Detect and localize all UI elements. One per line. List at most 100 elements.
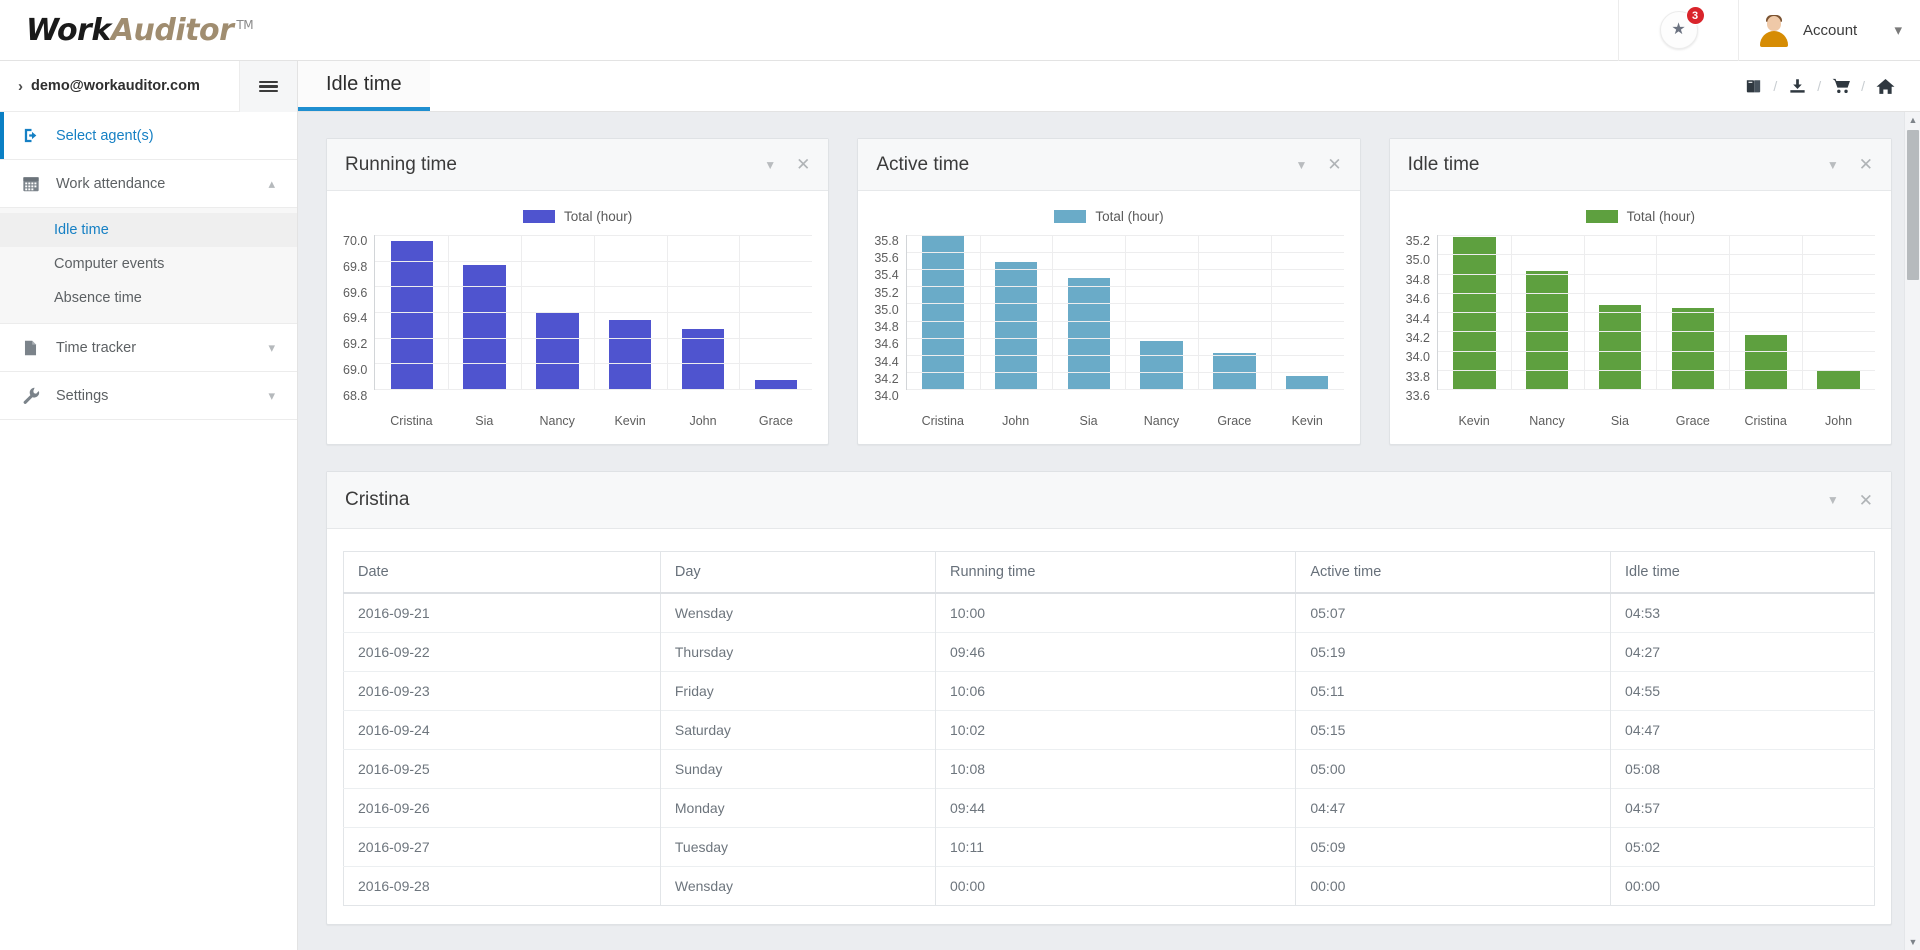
scrollbar-thumb[interactable]: [1907, 130, 1919, 280]
bar[interactable]: [1526, 271, 1568, 389]
table-column-header[interactable]: Day: [660, 552, 935, 594]
table-row[interactable]: 2016-09-22Thursday09:4605:1904:27: [344, 633, 1875, 672]
close-icon[interactable]: ✕: [796, 156, 810, 173]
x-tick-label: Grace: [1198, 414, 1271, 434]
table-header-row: DateDayRunning timeActive timeIdle time: [344, 552, 1875, 594]
bar-slot[interactable]: [980, 235, 1053, 389]
x-axis-labels: CristinaJohnSiaNancyGraceKevin: [906, 414, 1343, 434]
sidebar-item-computer-events[interactable]: Computer events: [0, 247, 297, 281]
scroll-down-arrow[interactable]: ▼: [1905, 934, 1920, 950]
card-body: DateDayRunning timeActive timeIdle time …: [327, 529, 1891, 924]
table-cell: Saturday: [660, 711, 935, 750]
table-row[interactable]: 2016-09-21Wensday10:0005:0704:53: [344, 593, 1875, 633]
page-title: Idle time: [326, 73, 402, 96]
caret-down-icon[interactable]: ▼: [1296, 158, 1308, 172]
chevron-down-icon[interactable]: ▾: [268, 340, 275, 356]
table-row[interactable]: 2016-09-27Tuesday10:1105:0905:02: [344, 828, 1875, 867]
table-column-header[interactable]: Active time: [1296, 552, 1611, 594]
star-button[interactable]: ★ 3: [1660, 11, 1698, 49]
book-icon[interactable]: [1740, 73, 1766, 99]
sidebar-item-label: Work attendance: [56, 176, 165, 192]
bar[interactable]: [755, 380, 797, 389]
table-column-header[interactable]: Running time: [935, 552, 1295, 594]
chart-plot-area: 70.069.869.669.469.269.068.8: [343, 235, 812, 410]
notification-badge: 3: [1686, 6, 1705, 25]
sidebar-account-email: demo@workauditor.com: [31, 78, 200, 94]
bar[interactable]: [995, 262, 1037, 389]
bar[interactable]: [536, 313, 578, 389]
card-title: Running time: [345, 154, 457, 176]
table-cell: 00:00: [935, 867, 1295, 906]
bar-slot[interactable]: [1271, 235, 1344, 389]
chevron-down-icon[interactable]: ▾: [1894, 21, 1902, 39]
sidebar-section-work-attendance: Work attendance ▴ Idle time Computer eve…: [0, 160, 297, 324]
x-tick-label: Grace: [1656, 414, 1729, 434]
close-icon[interactable]: ✕: [1327, 156, 1341, 173]
table-cell: Tuesday: [660, 828, 935, 867]
chevron-down-icon[interactable]: ▾: [268, 388, 275, 404]
account-menu[interactable]: Account ▾: [1738, 0, 1920, 61]
table-cell: 04:53: [1611, 593, 1875, 633]
table-row[interactable]: 2016-09-28Wensday00:0000:0000:00: [344, 867, 1875, 906]
table-cell: 10:08: [935, 750, 1295, 789]
table-cell: 05:19: [1296, 633, 1611, 672]
sidebar-toggle-button[interactable]: [239, 61, 297, 112]
bar[interactable]: [391, 241, 433, 389]
page-title-tab[interactable]: Idle time: [298, 61, 430, 111]
table-row[interactable]: 2016-09-23Friday10:0605:1104:55: [344, 672, 1875, 711]
download-icon[interactable]: [1784, 73, 1810, 99]
vertical-scrollbar[interactable]: ▲ ▼: [1904, 112, 1920, 950]
bar[interactable]: [1140, 341, 1182, 389]
table-row[interactable]: 2016-09-25Sunday10:0805:0005:08: [344, 750, 1875, 789]
brand-part-auditor: Auditor: [111, 13, 234, 48]
favorites-cell[interactable]: ★ 3: [1618, 0, 1738, 61]
close-icon[interactable]: ✕: [1859, 156, 1873, 173]
sidebar-item-time-tracker[interactable]: Time tracker ▾: [0, 324, 297, 371]
caret-down-icon[interactable]: ▼: [1827, 493, 1839, 507]
scroll-up-arrow[interactable]: ▲: [1905, 112, 1920, 128]
x-axis-pad: [874, 410, 906, 434]
sidebar-item-settings[interactable]: Settings ▾: [0, 372, 297, 419]
bar[interactable]: [922, 235, 964, 389]
sidebar-account-row[interactable]: › demo@workauditor.com: [0, 61, 297, 112]
caret-down-icon[interactable]: ▼: [1827, 158, 1839, 172]
close-icon[interactable]: ✕: [1859, 492, 1873, 509]
avatar-body: [1760, 31, 1788, 47]
sidebar-item-select-agents[interactable]: Select agent(s): [0, 112, 297, 159]
bar-slot[interactable]: [1052, 235, 1125, 389]
table-row[interactable]: 2016-09-24Saturday10:0205:1504:47: [344, 711, 1875, 750]
bar-slot[interactable]: [1125, 235, 1198, 389]
bar[interactable]: [1817, 370, 1859, 389]
gridline-vertical: [667, 235, 668, 389]
x-tick-label: Kevin: [1271, 414, 1344, 434]
bar[interactable]: [463, 265, 505, 389]
bar-slot[interactable]: [907, 235, 980, 389]
bar[interactable]: [609, 320, 651, 389]
legend-label: Total (hour): [1627, 209, 1695, 224]
toolbar-separator: /: [1861, 78, 1865, 94]
table-column-header[interactable]: Idle time: [1611, 552, 1875, 594]
bar[interactable]: [1745, 335, 1787, 389]
chevron-up-icon[interactable]: ▴: [268, 176, 275, 192]
home-icon[interactable]: [1872, 73, 1898, 99]
sidebar-item-idle-time[interactable]: Idle time: [0, 213, 297, 247]
table-column-header[interactable]: Date: [344, 552, 661, 594]
bar[interactable]: [1599, 305, 1641, 389]
content-header-toolbar: / / /: [1740, 61, 1920, 111]
caret-down-icon[interactable]: ▼: [764, 158, 776, 172]
x-tick-label: Grace: [739, 414, 812, 434]
toolbar-separator: /: [1773, 78, 1777, 94]
cart-icon[interactable]: [1828, 73, 1854, 99]
gridline-vertical: [1729, 235, 1730, 389]
y-axis-ticks: 35.835.635.435.235.034.834.634.434.234.0: [874, 235, 905, 390]
bar-slot[interactable]: [1198, 235, 1271, 389]
table-cell: 04:55: [1611, 672, 1875, 711]
sidebar-item-label: Settings: [56, 388, 108, 404]
bar[interactable]: [1286, 376, 1328, 389]
brand-logo[interactable]: WorkAuditorTM: [0, 0, 298, 61]
sidebar-item-work-attendance[interactable]: Work attendance ▴: [0, 160, 297, 207]
sidebar-item-absence-time[interactable]: Absence time: [0, 281, 297, 315]
table-row[interactable]: 2016-09-26Monday09:4404:4704:57: [344, 789, 1875, 828]
table-cell: 05:00: [1296, 750, 1611, 789]
bar[interactable]: [1672, 308, 1714, 389]
